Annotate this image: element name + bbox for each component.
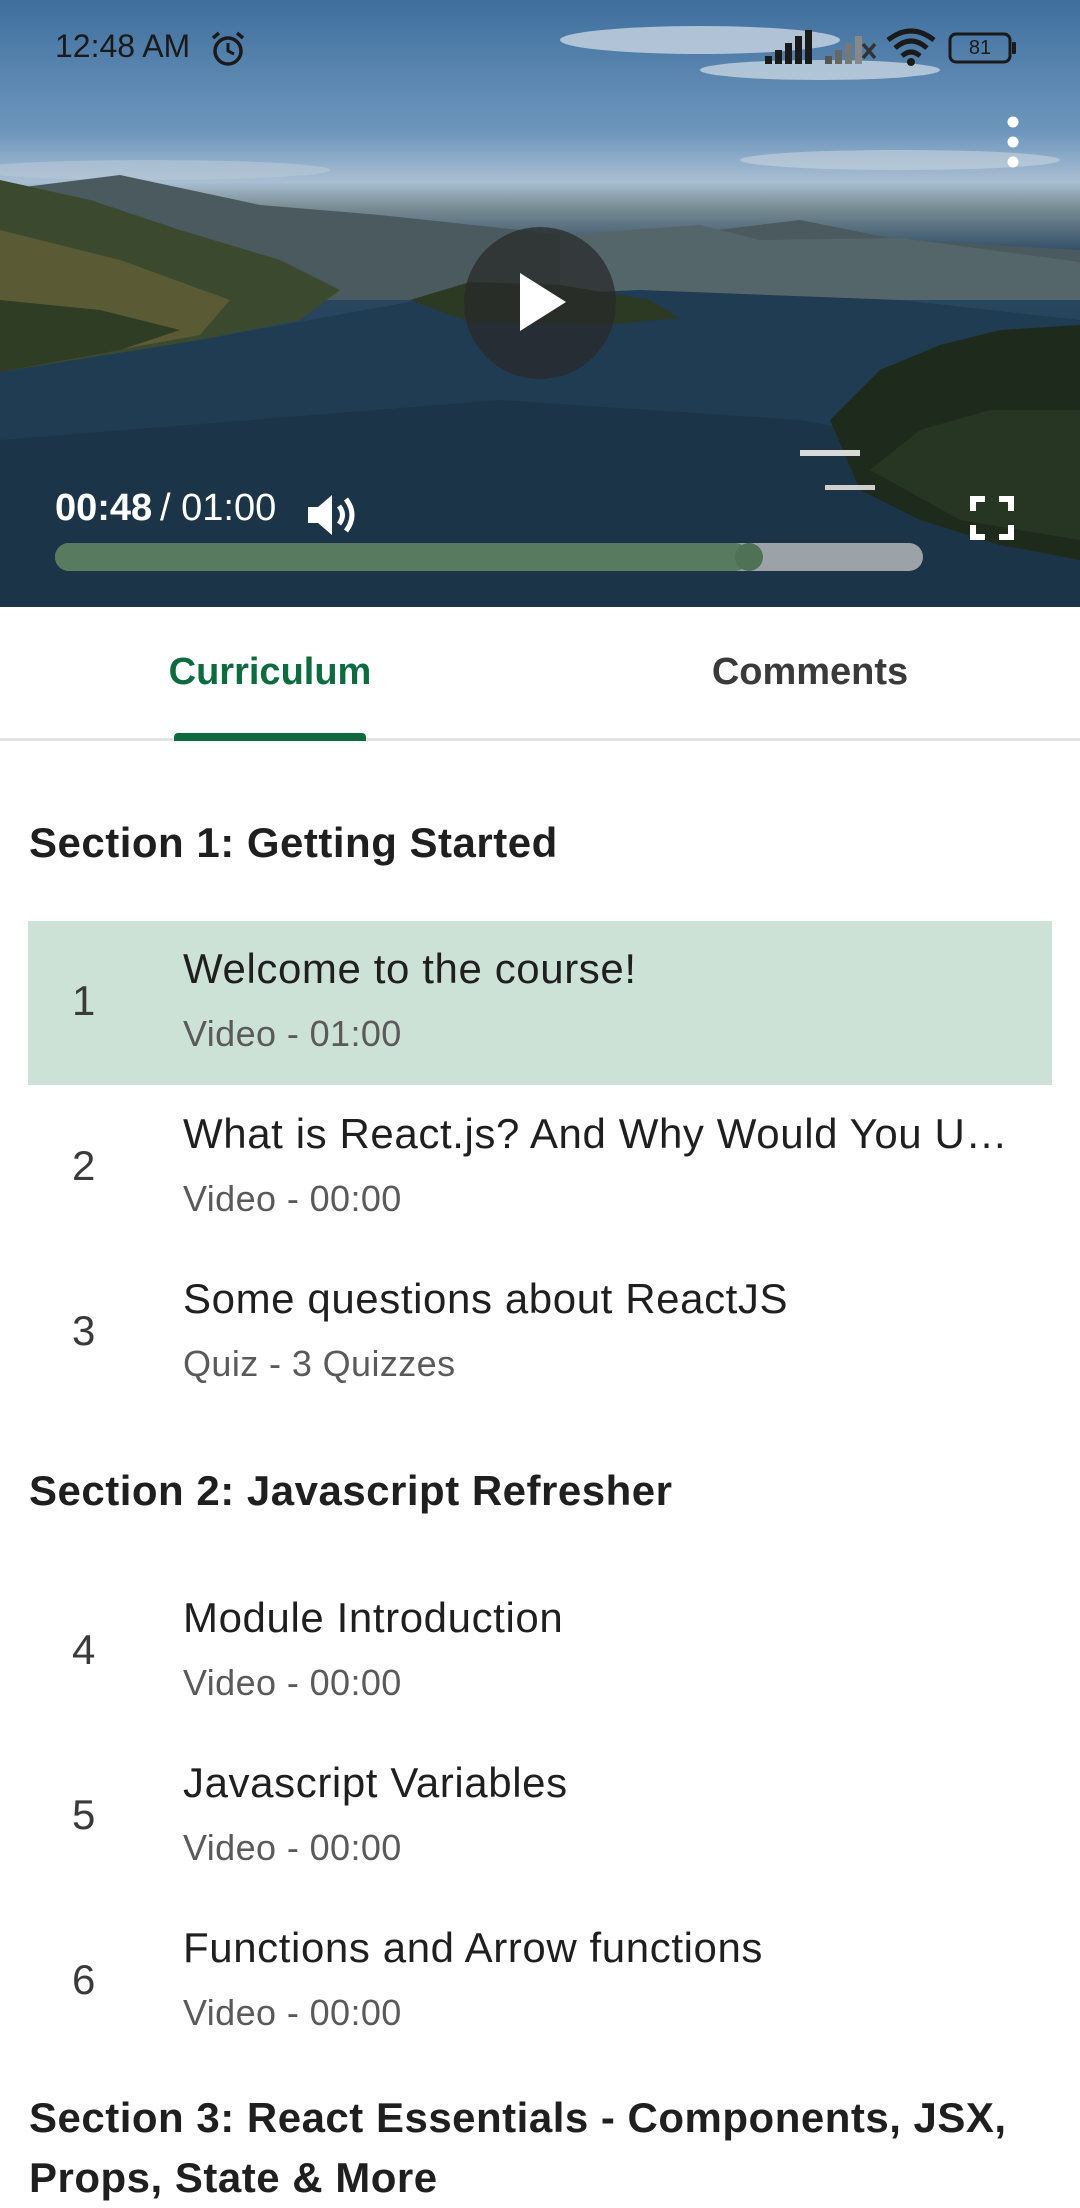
lesson-subtitle: Video - 00:00 — [183, 1662, 402, 1703]
progress-fill — [55, 543, 750, 571]
section-title: Section 3: React Essentials - Components… — [29, 2094, 1007, 2201]
lesson-title: Welcome to the course! — [183, 945, 637, 992]
status-bar: 12:48 AM 81 — [0, 0, 1080, 96]
current-time: 00:48 — [55, 487, 153, 529]
battery-level: 81 — [968, 37, 992, 59]
lesson-number: 1 — [72, 977, 96, 1024]
lesson-item[interactable]: 3 Some questions about ReactJS Quiz - 3 … — [28, 1251, 1052, 1415]
video-player[interactable]: 12:48 AM 81 00:48 / 01:00 — [0, 0, 1080, 607]
lesson-number: 6 — [72, 1956, 96, 2003]
lesson-item[interactable]: 4 Module Introduction Video - 00:00 — [28, 1570, 1052, 1734]
more-vert-icon[interactable] — [998, 112, 1028, 172]
progress-thumb[interactable] — [735, 543, 764, 571]
lesson-subtitle: Video - 00:00 — [183, 1992, 402, 2033]
active-tab-indicator — [174, 733, 366, 741]
play-button[interactable] — [464, 227, 616, 379]
lesson-subtitle: Quiz - 3 Quizzes — [183, 1343, 456, 1384]
wifi-icon — [886, 28, 936, 66]
lesson-number: 3 — [72, 1307, 96, 1354]
volume-icon[interactable] — [306, 490, 362, 540]
lesson-title: Functions and Arrow functions — [183, 1924, 764, 1971]
fullscreen-icon[interactable] — [970, 496, 1014, 540]
lesson-subtitle: Video - 00:00 — [183, 1827, 402, 1868]
lesson-subtitle: Video - 01:00 — [183, 1013, 402, 1054]
lesson-number: 5 — [72, 1791, 96, 1838]
video-progress-bar[interactable] — [55, 543, 923, 571]
lesson-title: Javascript Variables — [183, 1759, 568, 1806]
status-time: 12:48 AM — [55, 28, 191, 64]
lesson-item[interactable]: 5 Javascript Variables Video - 00:00 — [28, 1735, 1052, 1899]
play-icon — [520, 273, 566, 331]
lesson-title: Some questions about ReactJS — [183, 1275, 789, 1322]
lesson-item[interactable]: 6 Functions and Arrow functions Video - … — [28, 1900, 1052, 2064]
alarm-icon — [211, 31, 245, 66]
lesson-title: What is React.js? And Why Would You Use … — [183, 1110, 1013, 1157]
tab-bar: Curriculum Comments — [0, 607, 1080, 741]
lesson-subtitle: Video - 00:00 — [183, 1178, 402, 1219]
tab-curriculum[interactable]: Curriculum — [0, 607, 540, 738]
section-title: Section 1: Getting Started — [29, 819, 558, 866]
tab-comments[interactable]: Comments — [540, 607, 1080, 738]
lesson-item[interactable]: 2 What is React.js? And Why Would You Us… — [28, 1086, 1052, 1250]
lesson-item[interactable]: 1 Welcome to the course! Video - 01:00 — [28, 921, 1052, 1085]
lesson-title: Module Introduction — [183, 1594, 564, 1641]
lesson-number: 2 — [72, 1142, 96, 1189]
signal-no-service-icon — [825, 36, 877, 64]
signal-icon — [765, 30, 812, 64]
lesson-number: 4 — [72, 1626, 96, 1673]
total-time: / 01:00 — [160, 487, 277, 529]
section-title: Section 2: Javascript Refresher — [29, 1467, 673, 1514]
